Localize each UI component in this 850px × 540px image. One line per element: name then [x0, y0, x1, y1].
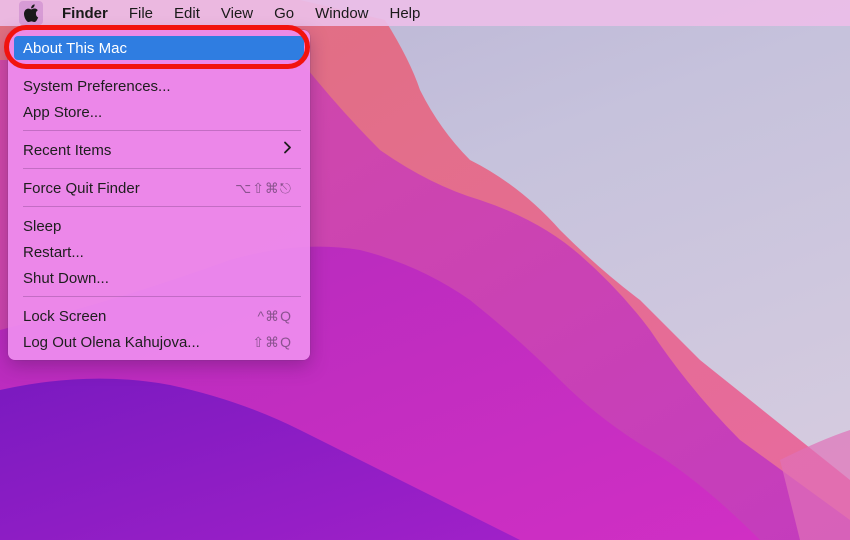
menu-item-label: App Store... — [23, 103, 103, 121]
menu-separator — [23, 130, 301, 131]
menu-edit[interactable]: Edit — [174, 5, 200, 22]
apple-logo-icon — [23, 4, 39, 22]
menu-item-system-preferences[interactable]: System Preferences... — [14, 74, 304, 98]
menu-window[interactable]: Window — [315, 5, 368, 22]
menu-file[interactable]: File — [129, 5, 153, 22]
keyboard-shortcut: ⌥⇧⌘⎋ — [235, 179, 292, 196]
apple-menu-button[interactable] — [19, 1, 43, 25]
menu-item-label: Sleep — [23, 217, 62, 235]
menu-item-label: About This Mac — [23, 39, 127, 57]
menu-item-about-this-mac[interactable]: About This Mac — [14, 36, 304, 60]
menu-item-label: Lock Screen — [23, 307, 107, 325]
menu-finder[interactable]: Finder — [62, 5, 108, 22]
menu-item-label: Shut Down... — [23, 269, 109, 287]
menu-separator — [23, 168, 301, 169]
menu-item-label: Force Quit Finder — [23, 179, 140, 197]
menu-item-label: System Preferences... — [23, 77, 171, 95]
menu-item-recent-items[interactable]: Recent Items — [14, 138, 304, 162]
menu-item-force-quit-finder[interactable]: Force Quit Finder ⌥⇧⌘⎋ — [14, 176, 304, 200]
menu-item-label: Log Out Olena Kahujova... — [23, 333, 200, 351]
menu-separator — [23, 296, 301, 297]
chevron-right-icon — [283, 141, 292, 159]
menu-separator — [23, 206, 301, 207]
menu-item-app-store[interactable]: App Store... — [14, 100, 304, 124]
menu-item-label: Recent Items — [23, 141, 112, 159]
menu-go[interactable]: Go — [274, 5, 294, 22]
menu-item-lock-screen[interactable]: Lock Screen ^⌘Q — [14, 304, 304, 328]
menu-view[interactable]: View — [221, 5, 253, 22]
menu-item-shut-down[interactable]: Shut Down... — [14, 266, 304, 290]
desktop: Finder File Edit View Go Window Help Abo… — [0, 0, 850, 540]
keyboard-shortcut: ⇧⌘Q — [252, 333, 292, 350]
menu-item-label: Restart... — [23, 243, 84, 261]
menu-bar: Finder File Edit View Go Window Help — [0, 0, 850, 26]
menu-item-log-out[interactable]: Log Out Olena Kahujova... ⇧⌘Q — [14, 330, 304, 354]
menu-help[interactable]: Help — [390, 5, 421, 22]
menu-item-sleep[interactable]: Sleep — [14, 214, 304, 238]
apple-menu-dropdown: About This Mac System Preferences... App… — [8, 30, 310, 360]
keyboard-shortcut: ^⌘Q — [257, 307, 292, 324]
menu-item-restart[interactable]: Restart... — [14, 240, 304, 264]
